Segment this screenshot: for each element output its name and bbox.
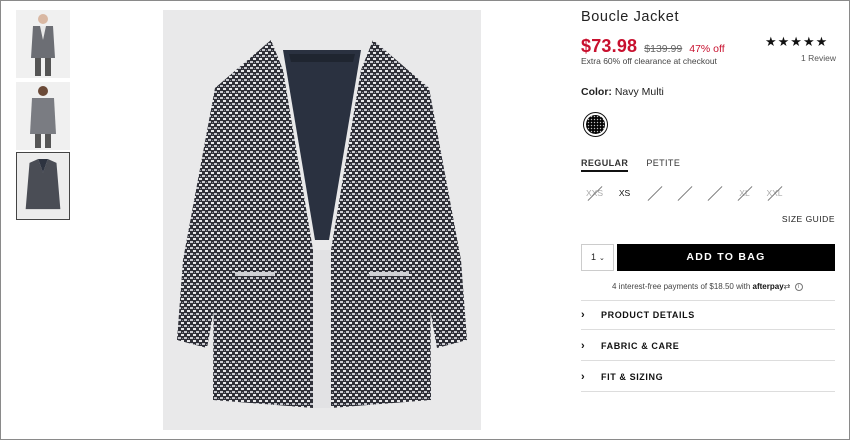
size-xs[interactable]: XS	[616, 185, 633, 202]
product-title: Boucle Jacket	[581, 9, 680, 25]
fit-tabs: REGULAR PETITE	[581, 158, 680, 172]
size-m[interactable]	[676, 185, 693, 202]
color-label-text: Color:	[581, 86, 612, 98]
accordion-label: FABRIC & CARE	[601, 340, 680, 351]
product-main-image	[163, 10, 481, 430]
accordion-product-details[interactable]: › PRODUCT DETAILS	[581, 300, 835, 330]
price-row: $73.98 $139.99 47% off	[581, 36, 725, 57]
color-label: Color: Navy Multi	[581, 86, 664, 98]
promo-text: Extra 60% off clearance at checkout	[581, 56, 717, 66]
color-swatch-navy-multi[interactable]	[583, 112, 608, 137]
review-count-link[interactable]: 1 Review	[801, 53, 836, 63]
size-xxs[interactable]: XXS	[586, 185, 603, 202]
size-xl[interactable]: XL	[736, 185, 753, 202]
color-value: Navy Multi	[614, 86, 664, 98]
size-xxl[interactable]: XXL	[766, 185, 783, 202]
discount-percent: 47% off	[689, 43, 725, 55]
chevron-right-icon: ›	[581, 339, 586, 352]
swatch-pattern	[586, 115, 605, 134]
rating-stars[interactable]: ★★★★★	[765, 34, 828, 50]
thumbnail-model-back[interactable]	[16, 82, 70, 150]
size-selector: XXS XS XL XXL	[586, 185, 783, 202]
afterpay-note: 4 interest-free payments of $18.50 with …	[612, 282, 803, 291]
size-l[interactable]	[706, 185, 723, 202]
afterpay-logo: afterpay	[752, 282, 784, 291]
info-icon[interactable]: i	[794, 282, 803, 291]
size-guide-link[interactable]: SIZE GUIDE	[782, 214, 835, 224]
chevron-right-icon: ›	[581, 309, 586, 321]
size-s[interactable]	[646, 185, 663, 202]
thumbnail-model-front[interactable]	[16, 10, 70, 78]
quantity-select[interactable]: 1 ⌄	[581, 244, 614, 271]
add-to-bag-button[interactable]: ADD TO BAG	[617, 244, 835, 271]
quantity-value: 1	[591, 252, 597, 262]
tab-petite[interactable]: PETITE	[646, 158, 680, 172]
tab-regular[interactable]: REGULAR	[581, 158, 629, 172]
afterpay-text: 4 interest-free payments of $18.50 with	[612, 282, 751, 291]
chevron-down-icon: ⌄	[599, 255, 605, 262]
accordion-fit-sizing[interactable]: › FIT & SIZING	[581, 362, 835, 392]
afterpay-arrows-icon: ⇄	[783, 282, 791, 291]
chevron-right-icon: ›	[581, 370, 586, 383]
thumbnail-flat-lay[interactable]	[16, 152, 70, 220]
accordion-label: PRODUCT DETAILS	[601, 310, 695, 320]
accordion-label: FIT & SIZING	[601, 371, 664, 382]
original-price: $139.99	[644, 43, 683, 55]
accordion-fabric-care[interactable]: › FABRIC & CARE	[581, 331, 835, 361]
sale-price: $73.98	[581, 36, 638, 56]
